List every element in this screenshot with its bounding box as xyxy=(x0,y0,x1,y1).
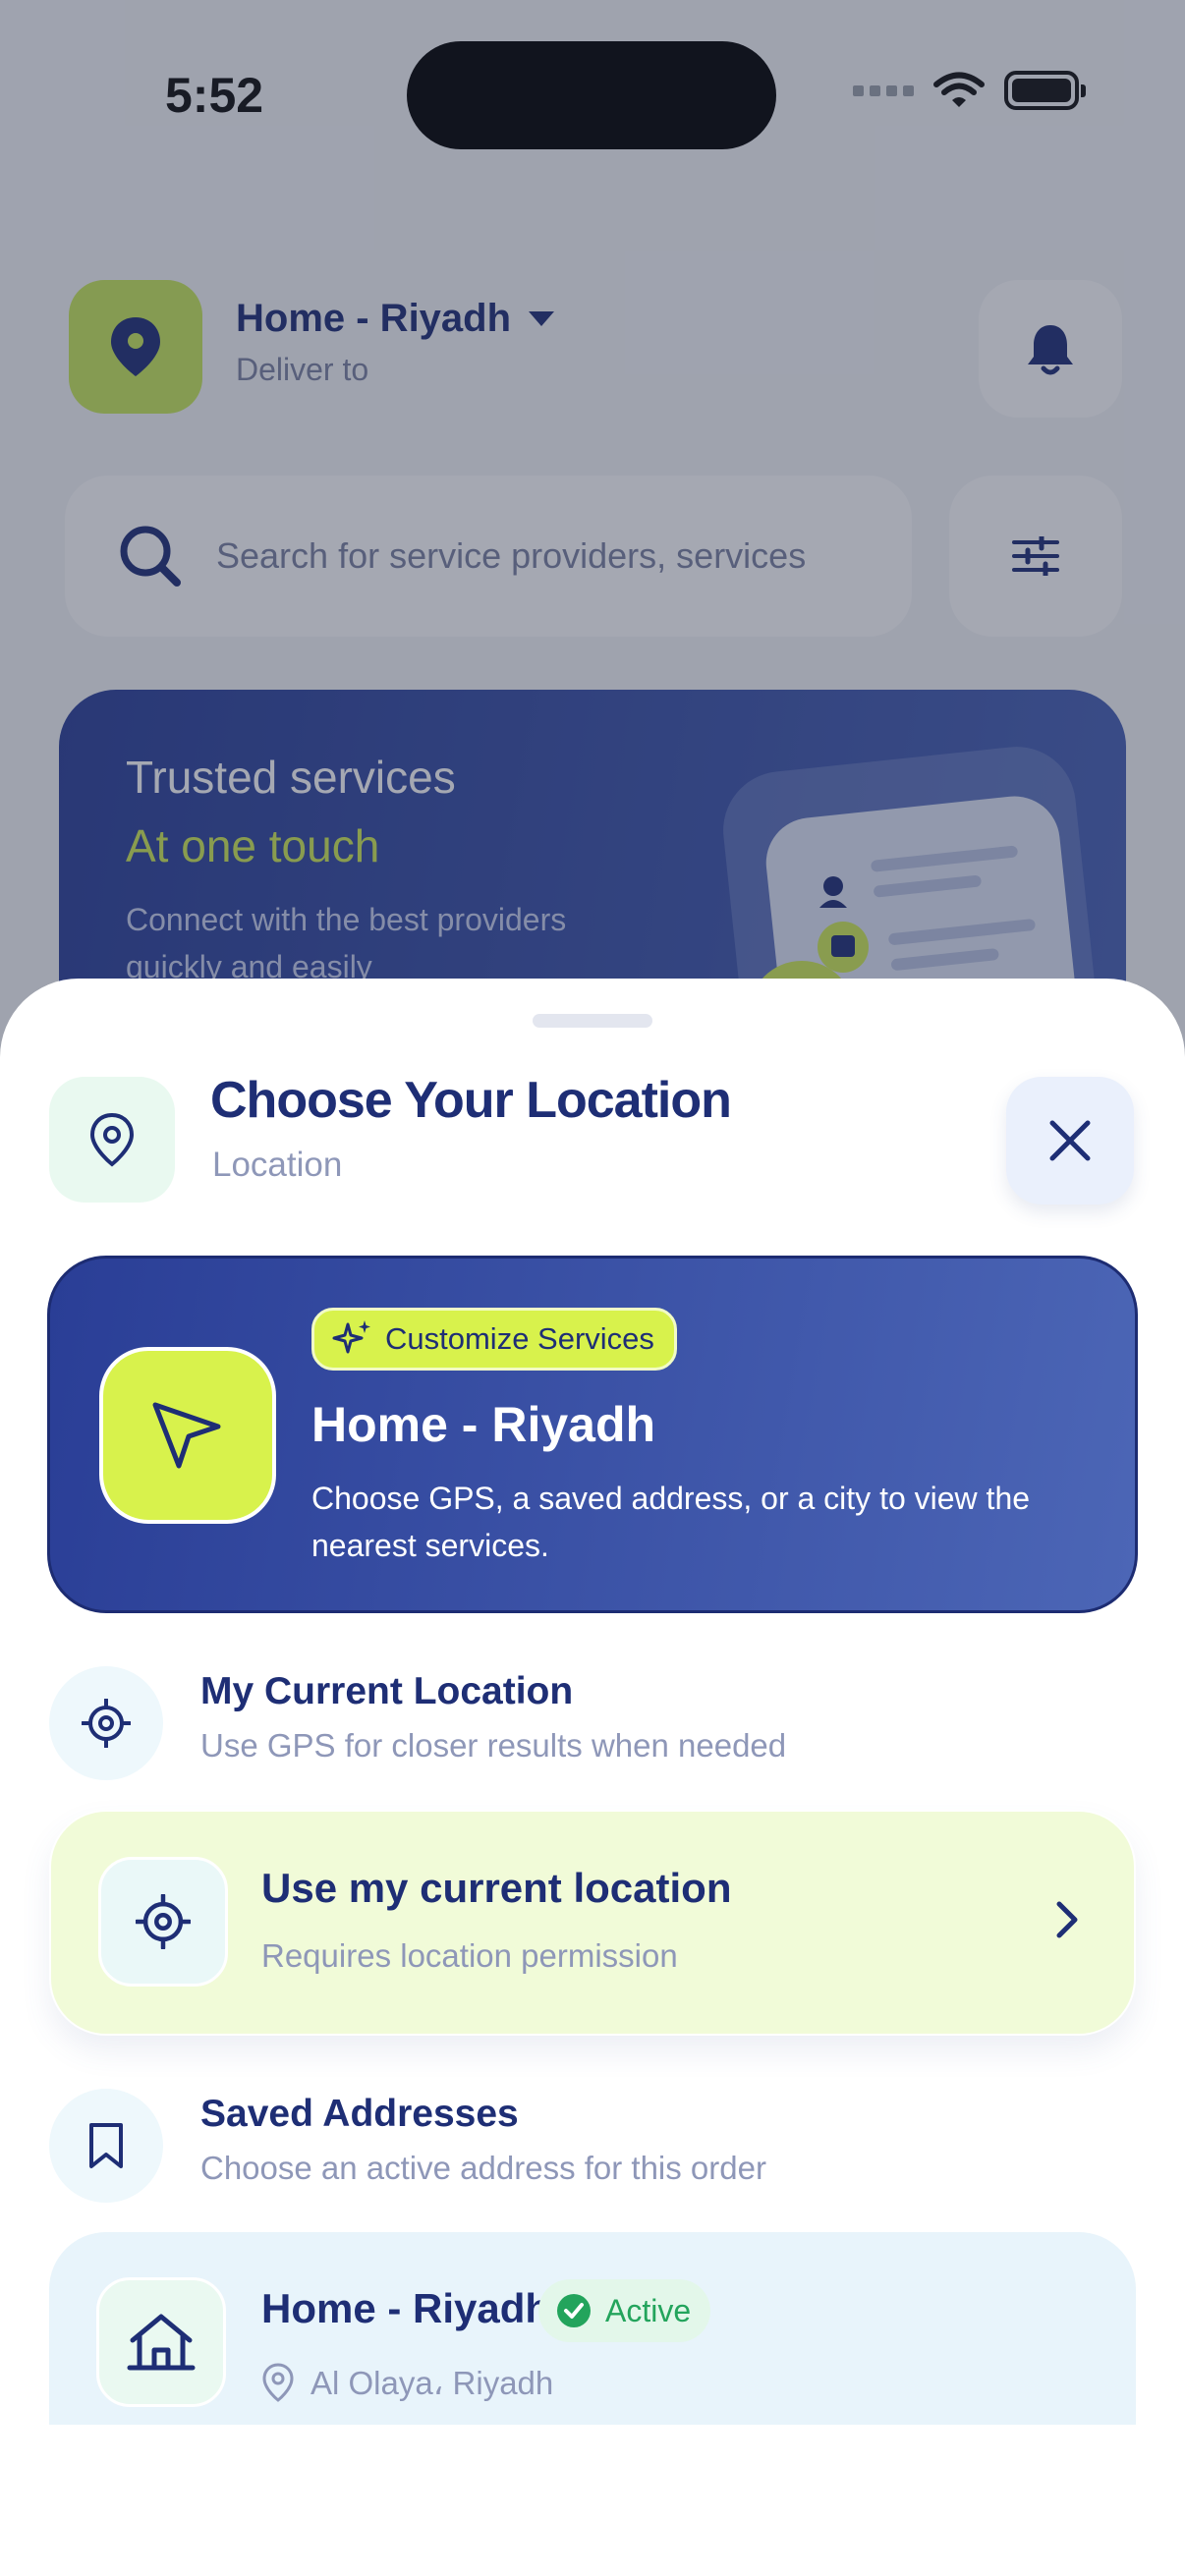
check-circle-icon xyxy=(557,2294,591,2327)
crosshair-icon xyxy=(136,1894,191,1949)
close-icon xyxy=(1049,1120,1091,1161)
close-button[interactable] xyxy=(1006,1077,1134,1204)
selected-location-title: Home - Riyadh xyxy=(311,1397,656,1452)
current-location-section-icon xyxy=(49,1666,163,1780)
saved-addresses-section-icon xyxy=(49,2089,163,2203)
gps-card-subtitle: Requires location permission xyxy=(261,1937,678,1974)
location-sheet: Choose Your Location Location Customize … xyxy=(0,979,1185,2576)
current-location-section-title: My Current Location xyxy=(200,1670,574,1712)
home-icon-tile xyxy=(96,2277,226,2407)
sheet-subtitle: Location xyxy=(212,1146,343,1184)
home-icon xyxy=(127,2314,196,2371)
current-selection-card: Customize Services Home - Riyadh Choose … xyxy=(47,1256,1138,1613)
address-line: Al Olaya، Riyadh xyxy=(261,2362,553,2403)
chevron-right-icon xyxy=(1056,1901,1078,1938)
badge-label: Customize Services xyxy=(385,1321,654,1356)
use-current-location-button[interactable]: Use my current location Requires locatio… xyxy=(49,1810,1136,2036)
saved-addresses-section-subtitle: Choose an active address for this order xyxy=(200,2150,766,2186)
navigation-arrow-icon xyxy=(152,1402,221,1469)
sheet-grabber[interactable] xyxy=(533,1014,652,1028)
current-location-section-subtitle: Use GPS for closer results when needed xyxy=(200,1727,787,1764)
active-status-badge: Active xyxy=(538,2279,711,2342)
sheet-pin-tile xyxy=(49,1077,175,1203)
map-pin-icon xyxy=(89,1112,135,1167)
address-name: Home - Riyadh xyxy=(261,2285,551,2331)
gps-card-title: Use my current location xyxy=(261,1865,732,1911)
customize-services-badge: Customize Services xyxy=(311,1308,677,1371)
crosshair-icon xyxy=(82,1699,131,1748)
bookmark-icon xyxy=(89,2123,123,2168)
map-pin-outline-icon xyxy=(262,2363,294,2402)
address-text: Al Olaya، Riyadh xyxy=(310,2364,554,2401)
sheet-title: Choose Your Location xyxy=(210,1072,732,1129)
active-status-label: Active xyxy=(605,2292,692,2328)
sparkles-icon xyxy=(332,1320,370,1354)
gps-icon-tile xyxy=(98,1857,228,1987)
saved-addresses-section-title: Saved Addresses xyxy=(200,2093,519,2135)
navigation-tile xyxy=(99,1347,276,1524)
selected-location-description: Choose GPS, a saved address, or a city t… xyxy=(311,1481,1031,1563)
saved-address-item[interactable]: Home - Riyadh Active Al Olaya، Riyadh xyxy=(49,2232,1136,2425)
